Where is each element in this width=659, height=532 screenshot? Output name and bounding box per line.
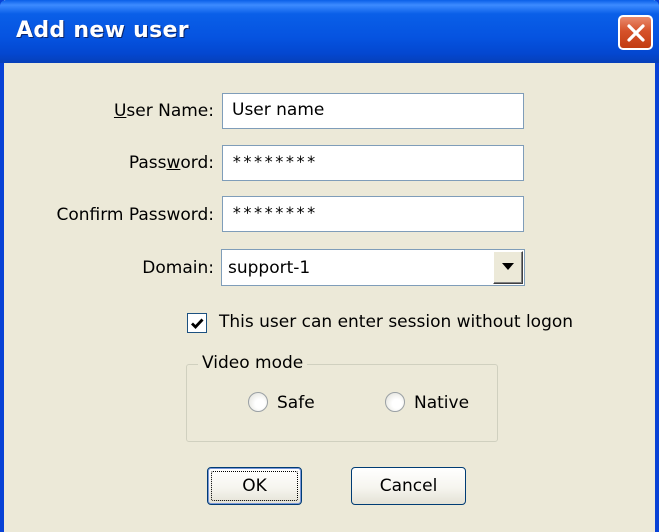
session-without-logon-checkbox[interactable] <box>187 313 207 333</box>
domain-label: Domain: <box>142 258 214 278</box>
confirm-password-value: ******** <box>232 203 318 222</box>
video-mode-legend: Video mode <box>198 353 308 373</box>
domain-dropdown-button[interactable] <box>493 251 523 284</box>
check-icon <box>191 318 204 330</box>
password-value: ******** <box>232 152 318 171</box>
focus-rect <box>211 471 298 501</box>
username-label: User Name: <box>113 101 214 121</box>
domain-select[interactable]: support-1 <box>221 249 525 286</box>
close-icon <box>627 24 645 42</box>
domain-value: support-1 <box>228 258 311 278</box>
title-bar[interactable]: Add new user <box>0 0 659 63</box>
cancel-label: Cancel <box>379 476 438 496</box>
chevron-down-icon <box>502 263 514 270</box>
window-title: Add new user <box>16 18 189 43</box>
video-mode-native-radio[interactable] <box>385 392 405 412</box>
session-without-logon-label: This user can enter session without logo… <box>219 312 574 332</box>
confirm-password-input[interactable]: ******** <box>222 196 524 232</box>
close-button[interactable] <box>618 15 653 50</box>
password-input[interactable]: ******** <box>222 145 524 181</box>
ok-button[interactable]: OK <box>207 467 302 505</box>
confirm-password-label: Confirm Password: <box>56 205 214 225</box>
password-label: Password: <box>128 153 214 173</box>
username-value: User name <box>232 100 325 120</box>
cancel-button[interactable]: Cancel <box>351 467 466 505</box>
username-input[interactable]: User name <box>222 93 524 129</box>
video-mode-safe-label: Safe <box>277 393 315 413</box>
video-mode-safe-radio[interactable] <box>248 392 268 412</box>
video-mode-native-label: Native <box>414 393 470 413</box>
